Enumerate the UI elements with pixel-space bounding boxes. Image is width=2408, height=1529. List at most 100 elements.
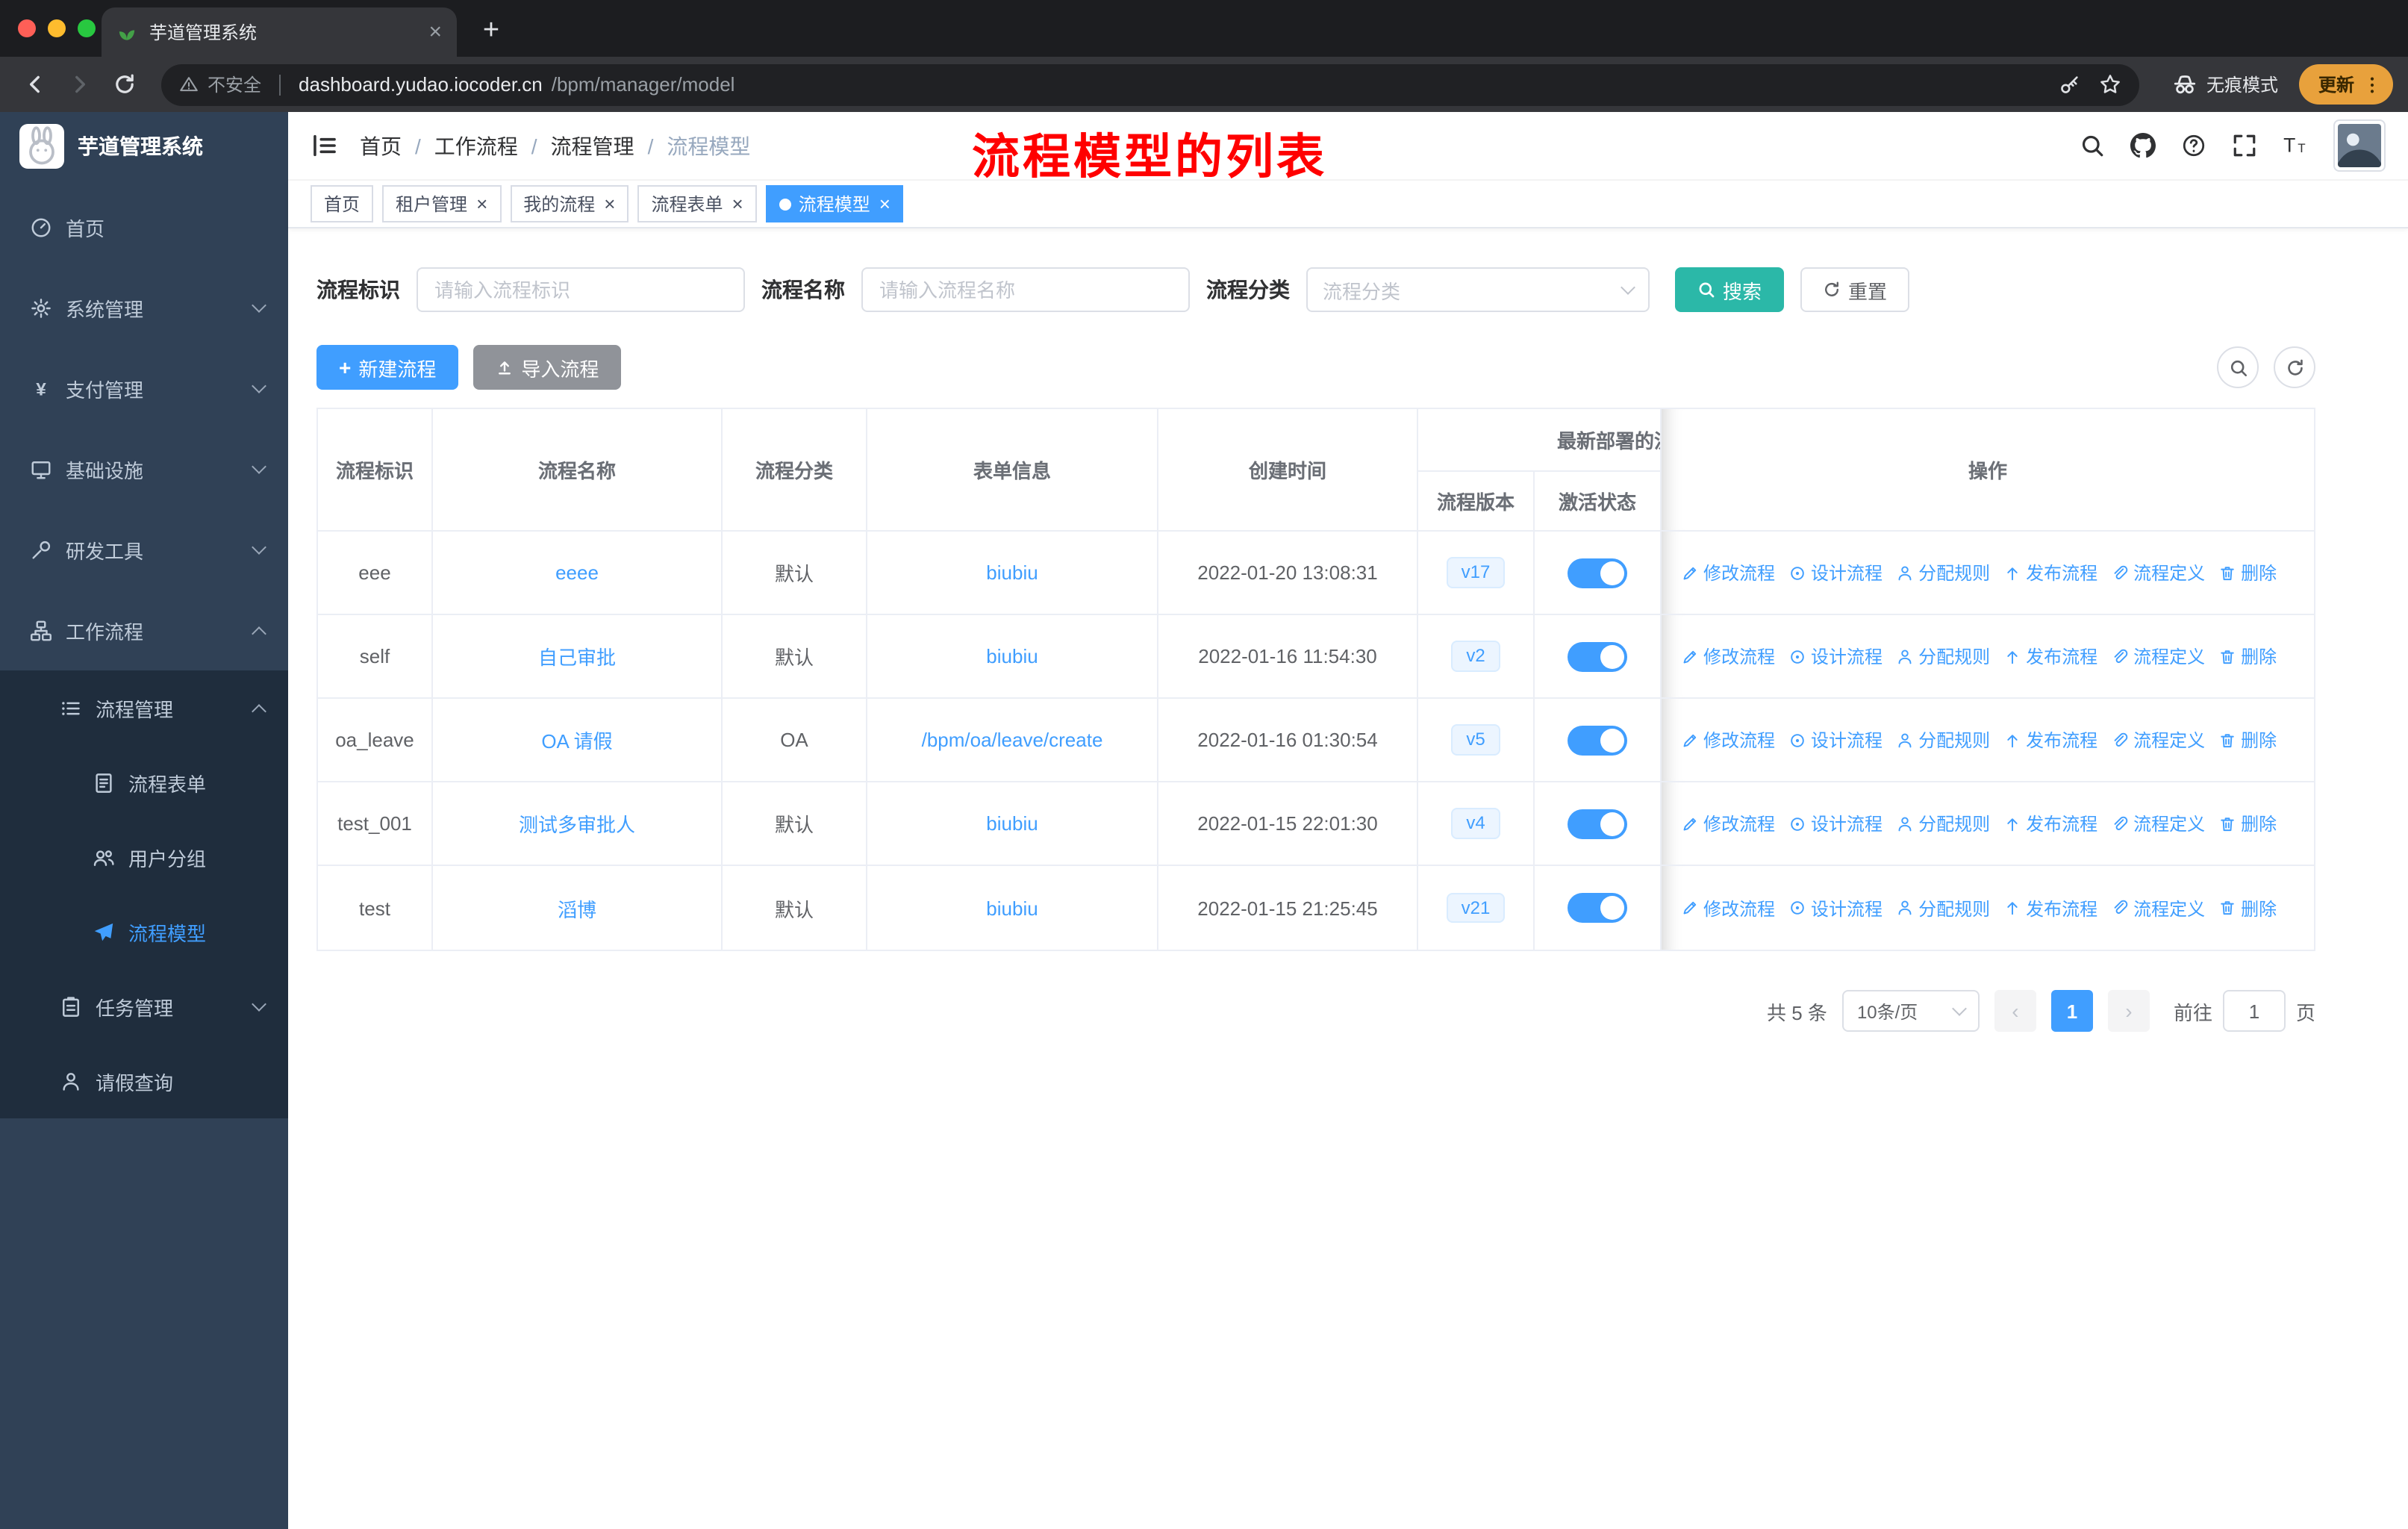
tab-close-icon[interactable]: × [428, 21, 442, 43]
github-icon[interactable] [2130, 133, 2156, 158]
back-button[interactable] [15, 65, 54, 104]
minimize-window-button[interactable] [48, 19, 66, 37]
fullscreen-icon[interactable] [2232, 133, 2257, 158]
create-process-button[interactable]: + 新建流程 [316, 345, 459, 390]
op-definition-link[interactable]: 流程定义 [2111, 727, 2205, 753]
op-publish-link[interactable]: 发布流程 [2003, 727, 2097, 753]
view-tag-4[interactable]: 流程模型 × [765, 185, 904, 222]
menu-dots-icon[interactable] [2362, 74, 2383, 95]
breadcrumb-item[interactable]: 流程管理 [551, 131, 634, 161]
filter-name-input[interactable] [861, 267, 1190, 312]
op-delete-link[interactable]: 删除 [2218, 727, 2277, 753]
sidebar-item-home[interactable]: 首页 [0, 187, 288, 267]
process-name-link[interactable]: eeee [555, 561, 599, 584]
search-icon[interactable] [2080, 133, 2105, 158]
process-name-link[interactable]: 测试多审批人 [519, 809, 635, 838]
op-delete-link[interactable]: 删除 [2218, 560, 2277, 585]
op-assign-link[interactable]: 分配规则 [1896, 644, 1990, 669]
op-definition-link[interactable]: 流程定义 [2111, 644, 2205, 669]
tag-close-icon[interactable]: × [879, 194, 890, 214]
op-delete-link[interactable]: 删除 [2218, 644, 2277, 669]
op-edit-link[interactable]: 修改流程 [1681, 644, 1775, 669]
security-label[interactable]: 不安全 [208, 72, 261, 97]
op-design-link[interactable]: 设计流程 [1788, 811, 1883, 836]
process-name-link[interactable]: 滔博 [558, 894, 596, 922]
active-toggle[interactable] [1568, 893, 1627, 923]
bookmark-star-icon[interactable] [2099, 73, 2121, 96]
filter-category-select[interactable]: 流程分类 [1306, 267, 1650, 312]
prev-page-button[interactable]: ‹ [1994, 990, 2036, 1032]
page-1-button[interactable]: 1 [2050, 990, 2093, 1032]
update-menu-button[interactable]: 更新 [2298, 64, 2393, 105]
active-toggle[interactable] [1568, 558, 1627, 588]
form-link[interactable]: biubiu [986, 812, 1038, 835]
op-publish-link[interactable]: 发布流程 [2003, 560, 2097, 585]
view-tag-3[interactable]: 流程表单 × [637, 185, 757, 222]
process-name-link[interactable]: 自己审批 [538, 642, 616, 670]
toggle-search-button[interactable] [2217, 346, 2259, 388]
password-key-icon[interactable] [2059, 73, 2081, 96]
op-definition-link[interactable]: 流程定义 [2111, 560, 2205, 585]
op-edit-link[interactable]: 修改流程 [1681, 727, 1775, 753]
reset-button[interactable]: 重置 [1800, 267, 1910, 312]
process-name-link[interactable]: OA 请假 [541, 726, 612, 754]
form-link[interactable]: /bpm/oa/leave/create [922, 729, 1103, 751]
import-process-button[interactable]: 导入流程 [473, 345, 622, 390]
op-publish-link[interactable]: 发布流程 [2003, 811, 2097, 836]
view-tag-0[interactable]: 首页 [311, 185, 374, 222]
active-toggle[interactable] [1568, 641, 1627, 671]
op-edit-link[interactable]: 修改流程 [1681, 811, 1775, 836]
form-link[interactable]: biubiu [986, 645, 1038, 667]
sidebar-item-workflow[interactable]: 工作流程 [0, 590, 288, 670]
op-assign-link[interactable]: 分配规则 [1896, 727, 1990, 753]
op-publish-link[interactable]: 发布流程 [2003, 644, 2097, 669]
sidebar-item-user-group[interactable]: 用户分组 [0, 820, 288, 894]
sidebar-item-task-mgmt[interactable]: 任务管理 [0, 969, 288, 1044]
view-tag-2[interactable]: 我的流程 × [510, 185, 629, 222]
browser-tab[interactable]: 芋道管理系统 × [102, 7, 457, 57]
help-icon[interactable] [2181, 133, 2206, 158]
reload-button[interactable] [105, 65, 143, 104]
font-size-icon[interactable]: TT [2283, 133, 2308, 158]
form-link[interactable]: biubiu [986, 897, 1038, 919]
view-tag-1[interactable]: 租户管理 × [382, 185, 502, 222]
search-button[interactable]: 搜索 [1675, 267, 1785, 312]
active-toggle[interactable] [1568, 809, 1627, 838]
form-link[interactable]: biubiu [986, 561, 1038, 584]
sidebar-item-payment-mgmt[interactable]: ¥ 支付管理 [0, 348, 288, 429]
new-tab-button[interactable]: + [472, 12, 511, 51]
op-delete-link[interactable]: 删除 [2218, 895, 2277, 921]
page-size-select[interactable]: 10条/页 [1841, 990, 1980, 1032]
op-edit-link[interactable]: 修改流程 [1681, 895, 1775, 921]
close-window-button[interactable] [18, 19, 36, 37]
address-bar[interactable]: 不安全 dashboard.yudao.iocoder.cn/bpm/manag… [161, 63, 2139, 105]
tag-close-icon[interactable]: × [476, 194, 487, 214]
op-assign-link[interactable]: 分配规则 [1896, 895, 1990, 921]
goto-page-input[interactable] [2222, 990, 2286, 1032]
op-assign-link[interactable]: 分配规则 [1896, 560, 1990, 585]
refresh-table-button[interactable] [2274, 346, 2315, 388]
filter-id-input[interactable] [417, 267, 745, 312]
user-avatar[interactable] [2333, 119, 2386, 172]
forward-button[interactable] [60, 65, 99, 104]
op-delete-link[interactable]: 删除 [2218, 811, 2277, 836]
tag-close-icon[interactable]: × [732, 194, 743, 214]
sidebar-item-infrastructure[interactable]: 基础设施 [0, 429, 288, 509]
breadcrumb-item[interactable]: 工作流程 [434, 131, 518, 161]
op-publish-link[interactable]: 发布流程 [2003, 895, 2097, 921]
sidebar-item-leave-query[interactable]: 请假查询 [0, 1044, 288, 1118]
breadcrumb-item[interactable]: 首页 [360, 131, 402, 161]
op-edit-link[interactable]: 修改流程 [1681, 560, 1775, 585]
op-design-link[interactable]: 设计流程 [1788, 727, 1883, 753]
sidebar-item-system-mgmt[interactable]: 系统管理 [0, 267, 288, 348]
active-toggle[interactable] [1568, 725, 1627, 755]
op-definition-link[interactable]: 流程定义 [2111, 895, 2205, 921]
next-page-button[interactable]: › [2107, 990, 2150, 1032]
collapse-sidebar-icon[interactable] [311, 131, 339, 160]
sidebar-item-process-mgmt[interactable]: 流程管理 [0, 670, 288, 745]
app-logo[interactable]: 芋道管理系统 [0, 112, 288, 181]
op-design-link[interactable]: 设计流程 [1788, 644, 1883, 669]
maximize-window-button[interactable] [78, 19, 96, 37]
op-assign-link[interactable]: 分配规则 [1896, 811, 1990, 836]
sidebar-item-process-form[interactable]: 流程表单 [0, 745, 288, 820]
